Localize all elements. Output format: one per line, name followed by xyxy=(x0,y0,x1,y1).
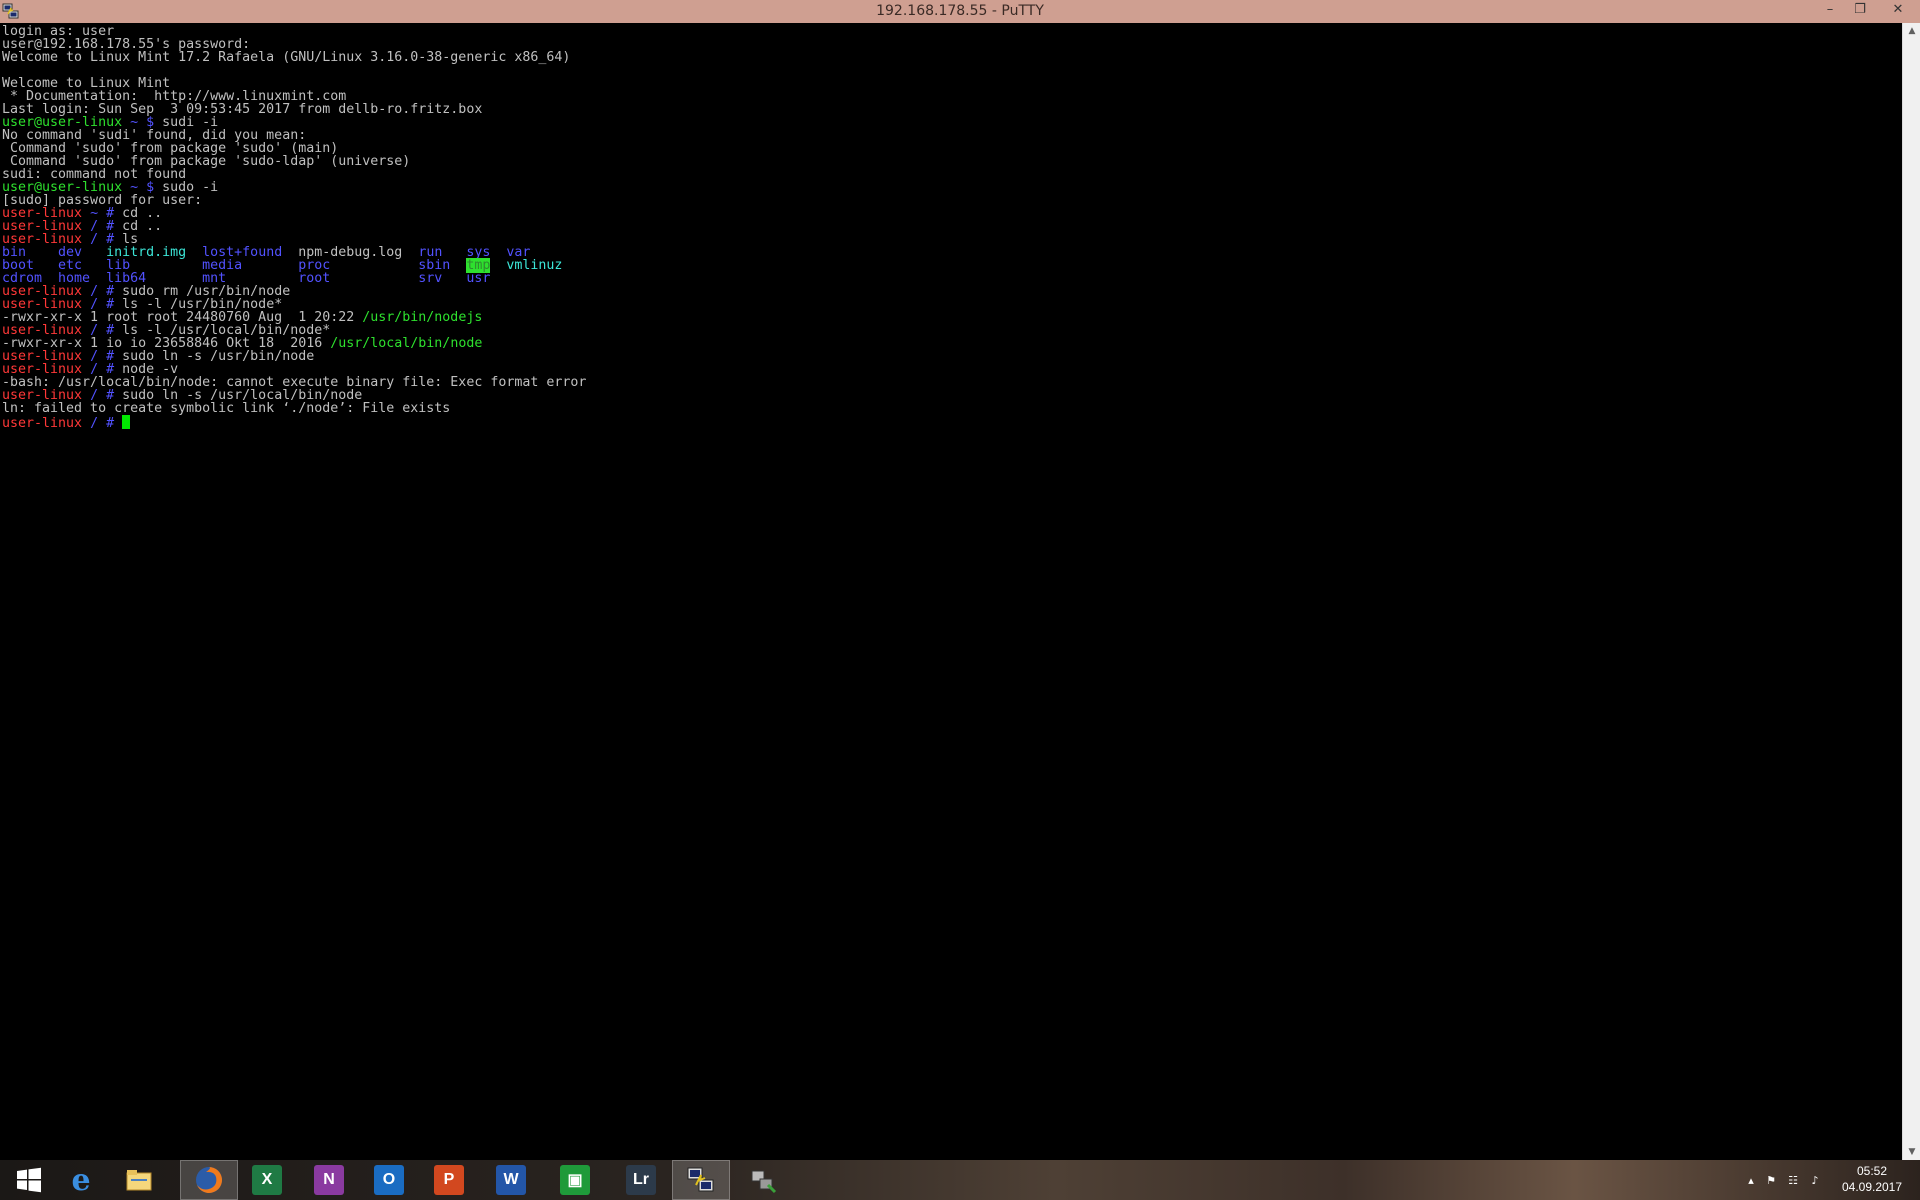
terminal-line: Welcome to Linux Mint 17.2 Rafaela (GNU/… xyxy=(2,51,570,64)
excel-icon: X xyxy=(252,1165,282,1195)
system-clock[interactable]: 05:52 04.09.2017 xyxy=(1830,1163,1914,1195)
action-center-flag-icon[interactable]: ⚑ xyxy=(1762,1160,1780,1200)
lightroom-taskbar-button[interactable]: Lr xyxy=(612,1160,670,1200)
internet-explorer-taskbar-button[interactable]: e xyxy=(52,1160,110,1200)
terminal-line: ln: failed to create symbolic link ‘./no… xyxy=(2,402,450,415)
file-explorer-taskbar-button[interactable] xyxy=(110,1160,168,1200)
minimize-button[interactable]: – xyxy=(1815,0,1845,20)
start-button-taskbar-button[interactable] xyxy=(0,1160,58,1200)
clock-date: 04.09.2017 xyxy=(1841,1180,1903,1194)
putty-taskbar-button[interactable] xyxy=(672,1160,730,1200)
network-tool-taskbar-button[interactable] xyxy=(734,1160,792,1200)
internet-explorer-icon: e xyxy=(71,1162,91,1198)
close-button[interactable]: ✕ xyxy=(1880,0,1916,20)
outlook-taskbar-button[interactable]: O xyxy=(360,1160,418,1200)
terminal-text: ln: failed to create symbolic link ‘./no… xyxy=(2,401,451,416)
terminal-text: vmlinuz xyxy=(506,258,563,273)
scroll-up-arrow-icon[interactable]: ▲ xyxy=(1903,23,1920,39)
outlook-icon: O xyxy=(374,1165,404,1195)
lightroom-icon: Lr xyxy=(626,1165,656,1195)
window-title: 192.168.178.55 - PuTTY xyxy=(876,3,1044,19)
powerpoint-icon: P xyxy=(434,1165,464,1195)
word-icon: W xyxy=(496,1165,526,1195)
onenote-taskbar-button[interactable]: N xyxy=(300,1160,358,1200)
store-taskbar-button[interactable]: ▣ xyxy=(546,1160,604,1200)
onenote-icon: N xyxy=(314,1165,344,1195)
file-explorer-icon xyxy=(124,1165,154,1195)
vertical-scrollbar[interactable]: ▲ ▼ xyxy=(1902,23,1920,1160)
terminal-cursor xyxy=(122,415,131,429)
terminal-line: user-linux / # xyxy=(2,415,131,431)
putty-icon xyxy=(686,1165,716,1195)
maximize-button[interactable]: ❐ xyxy=(1845,0,1875,20)
excel-taskbar-button[interactable]: X xyxy=(238,1160,296,1200)
show-hidden-icons-icon[interactable]: ▴ xyxy=(1742,1160,1760,1200)
windows-logo-icon xyxy=(14,1165,44,1195)
terminal-text: /usr/bin/nodejs xyxy=(362,310,483,325)
terminal-text: / # xyxy=(82,416,123,431)
terminal-text: /usr/local/bin/node xyxy=(330,336,483,351)
volume-icon[interactable]: ♪ xyxy=(1806,1160,1824,1200)
word-taskbar-button[interactable]: W xyxy=(482,1160,540,1200)
terminal-text: Welcome to Linux Mint 17.2 Rafaela (GNU/… xyxy=(2,50,571,65)
store-icon: ▣ xyxy=(560,1165,590,1195)
network-icon[interactable]: ☷ xyxy=(1784,1160,1802,1200)
taskbar: e X N O P W ▣ Lr ▴ ⚑ ☷ ♪ 05:52 04.09.2017 xyxy=(0,1160,1920,1200)
powerpoint-taskbar-button[interactable]: P xyxy=(420,1160,478,1200)
network-tool-icon xyxy=(748,1165,778,1195)
title-bar[interactable]: 192.168.178.55 - PuTTY – ❐ ✕ xyxy=(0,0,1920,23)
scroll-down-arrow-icon[interactable]: ▼ xyxy=(1903,1144,1920,1160)
clock-time: 05:52 xyxy=(1856,1164,1888,1178)
terminal-output[interactable]: login as: user user@192.168.178.55's pass… xyxy=(0,23,1902,1160)
firefox-taskbar-button[interactable] xyxy=(180,1160,238,1200)
terminal-text: user-linux xyxy=(2,416,83,431)
firefox-icon xyxy=(194,1165,224,1195)
